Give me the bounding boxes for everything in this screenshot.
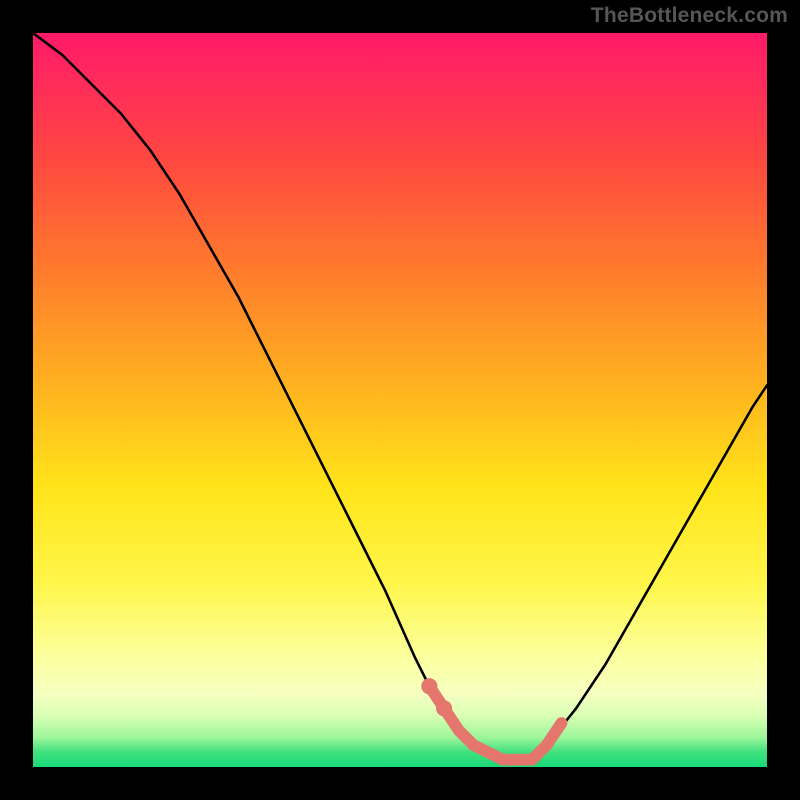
attribution-label: TheBottleneck.com [591,4,788,28]
highlight-dot [436,700,452,716]
chart-container: TheBottleneck.com [0,0,800,800]
bottleneck-curve [33,33,767,760]
plot-area [33,33,767,767]
chart-svg [33,33,767,767]
highlight-segment [429,686,561,759]
highlight-dot [421,678,437,694]
